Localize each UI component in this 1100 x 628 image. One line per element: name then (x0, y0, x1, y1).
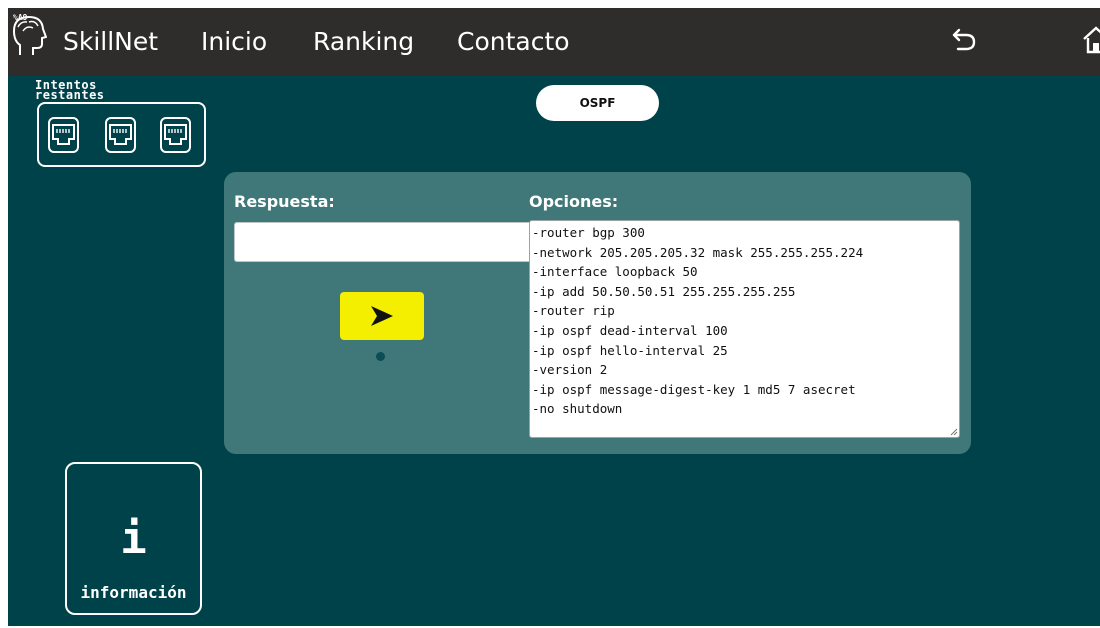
attempts-label-line2: restantes (35, 88, 105, 102)
app-frame: %A9 SkillNet Inicio Ranking Contacto Int… (8, 8, 1100, 626)
answer-label: Respuesta: (234, 192, 335, 211)
navbar: %A9 SkillNet Inicio Ranking Contacto (8, 8, 1100, 76)
attempts-label: Intentos restantes (35, 79, 105, 102)
svg-text:%A9: %A9 (13, 13, 28, 22)
brand-name[interactable]: SkillNet (63, 24, 158, 60)
resize-grip-icon[interactable] (948, 426, 958, 436)
nav-link-contacto[interactable]: Contacto (457, 24, 570, 60)
attempts-remaining-box (37, 102, 206, 167)
options-textarea[interactable]: -router bgp 300 -network 205.205.205.32 … (529, 220, 960, 438)
loading-dot (376, 352, 385, 361)
option-line: -interface loopback 50 (532, 264, 698, 280)
send-arrow-icon (371, 306, 393, 326)
brain-head-icon[interactable]: %A9 (11, 11, 47, 59)
option-line: -ip ospf dead-interval 100 (532, 322, 728, 338)
option-line: -router bgp 300 (532, 225, 645, 240)
options-label: Opciones: (529, 192, 619, 211)
option-line: -network 205.205.205.32 mask 255.255.255… (532, 244, 864, 260)
exercise-panel: Respuesta: Opciones: -router bgp 300 -ne… (224, 172, 971, 454)
info-icon: i (120, 513, 147, 564)
option-line: -ip ospf hello-interval 25 (532, 342, 728, 358)
answer-input[interactable] (234, 222, 532, 262)
nav-link-ranking[interactable]: Ranking (313, 24, 414, 60)
option-line: -ip ospf message-digest-key 1 md5 7 asec… (532, 381, 856, 397)
option-line: -no shutdown (532, 401, 623, 417)
option-line: -router rip (532, 303, 615, 319)
info-button[interactable]: i información (65, 462, 202, 615)
home-icon[interactable] (1082, 24, 1100, 56)
topic-badge: OSPF (536, 85, 659, 121)
option-line: -version 2 (532, 362, 608, 378)
info-label: información (80, 583, 187, 602)
nav-link-inicio[interactable]: Inicio (201, 24, 267, 60)
ethernet-port-icon (105, 117, 136, 153)
ethernet-port-icon (160, 117, 191, 153)
ethernet-port-icon (48, 117, 79, 153)
option-line: -ip add 50.50.50.51 255.255.255.255 (532, 283, 796, 299)
undo-arrow-icon[interactable] (948, 24, 980, 56)
send-button[interactable] (340, 292, 424, 340)
